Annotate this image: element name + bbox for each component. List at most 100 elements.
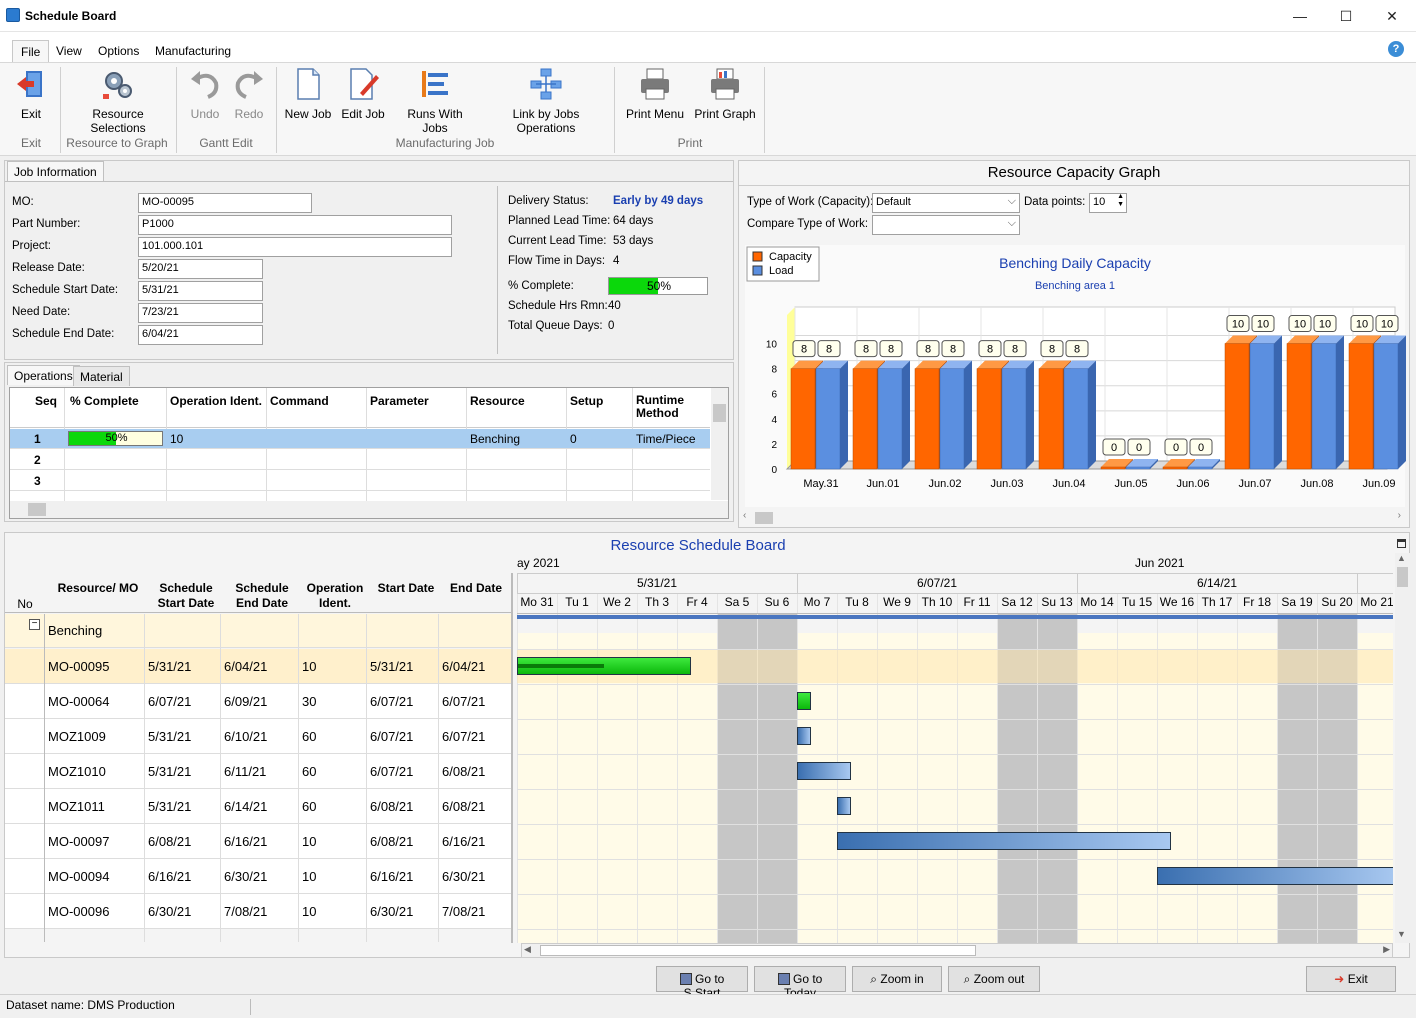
undo-icon — [191, 71, 219, 99]
col-parameter[interactable]: Parameter — [370, 394, 429, 408]
chevron-left-icon[interactable]: ‹ — [743, 510, 746, 521]
gantt-vertical-scrollbar[interactable]: ▲ ▼ — [1395, 553, 1410, 943]
col-schedule-end[interactable]: Schedule End Date — [225, 581, 299, 611]
data-label: 10 — [1294, 319, 1306, 331]
col-resource-mo[interactable]: Resource/ MO — [49, 581, 147, 596]
chevron-right-icon[interactable]: › — [1398, 510, 1401, 521]
table-row[interactable]: MO-00064 6/07/21 6/09/21 30 6/07/21 6/07/21 — [5, 684, 511, 719]
col-command[interactable]: Command — [270, 394, 329, 408]
group-row[interactable]: − Benching — [5, 614, 511, 648]
tab-operations[interactable]: Operations — [7, 365, 80, 385]
resource-selections-button[interactable]: Resource Selections — [66, 67, 170, 135]
table-row[interactable]: MOZ1010 5/31/21 6/11/21 60 6/07/21 6/08/21 — [5, 754, 511, 789]
exit-door-icon — [17, 71, 42, 97]
chart-subtitle: Benching area 1 — [1035, 280, 1115, 292]
col-seq[interactable]: Seq — [35, 394, 57, 408]
tab-job-information[interactable]: Job Information — [7, 161, 104, 181]
zoom-out-button[interactable]: ⌕ Zoom out — [948, 966, 1040, 992]
data-label: 0 — [1111, 442, 1117, 454]
go-to-today-button[interactable]: Go to Today — [754, 966, 846, 1000]
undo-button[interactable]: Undo — [186, 67, 224, 121]
need-date-field[interactable]: 7/23/21 — [138, 303, 263, 323]
table-row[interactable]: 2 — [10, 450, 710, 470]
minimize-button[interactable]: — — [1277, 0, 1323, 32]
gantt-chart[interactable]: ay 2021 Jun 2021 5/31/21 6/07/21 6/14/21 6/21… — [517, 553, 1393, 943]
col-start-date[interactable]: Start Date — [371, 581, 441, 596]
project-field[interactable]: 101.000.101 — [138, 237, 452, 257]
col-no[interactable]: No — [7, 597, 43, 612]
table-row[interactable]: 3 — [10, 471, 710, 491]
table-row[interactable]: MO-00097 6/08/21 6/16/21 10 6/08/21 6/16/21 — [5, 824, 511, 859]
table-row[interactable]: MOZ1009 5/31/21 6/10/21 60 6/07/21 6/07/21 — [5, 719, 511, 754]
chart-scrollbar[interactable]: ‹ › — [741, 510, 1407, 526]
col-runtime-method[interactable]: Runtime Method — [636, 394, 696, 420]
part-number-field[interactable]: P1000 — [138, 215, 452, 235]
gantt-bar[interactable] — [797, 727, 811, 745]
exit-label: Exit — [1347, 972, 1368, 986]
redo-button[interactable]: Redo — [230, 67, 268, 121]
chevron-right-icon[interactable]: ▶ — [1383, 944, 1390, 955]
cell-op: 60 — [302, 729, 317, 744]
table-row[interactable]: MO-00096 6/30/21 7/08/21 10 6/30/21 7/08/21 — [5, 894, 511, 929]
link-by-jobs-operations-button[interactable]: Link by Jobs Operations — [484, 67, 608, 135]
col-end-date[interactable]: End Date — [443, 581, 509, 596]
mo-field[interactable]: MO-00095 — [138, 193, 312, 213]
table-row[interactable]: MO-00094 6/16/21 6/30/21 10 6/16/21 6/30/21 — [5, 859, 511, 894]
print-graph-button[interactable]: Print Graph — [692, 67, 758, 121]
maximize-icon[interactable] — [1397, 539, 1406, 548]
menu-manufacturing[interactable]: Manufacturing — [147, 40, 239, 62]
resource-capacity-panel: Resource Capacity Graph Type of Work (Ca… — [738, 160, 1410, 528]
divider — [797, 573, 798, 593]
table-row[interactable]: MO-00095 5/31/21 6/04/21 10 5/31/21 6/04/21 — [5, 649, 511, 684]
menu-options[interactable]: Options — [90, 40, 147, 62]
close-button[interactable]: ✕ — [1369, 0, 1415, 32]
runs-with-jobs-button[interactable]: Runs With Jobs — [394, 67, 476, 135]
print-menu-button[interactable]: Print Menu — [624, 67, 686, 121]
col-schedule-start[interactable]: Schedule Start Date — [149, 581, 223, 611]
chevron-left-icon[interactable]: ◀ — [524, 944, 531, 955]
menu-view[interactable]: View — [48, 40, 90, 62]
go-to-start-button[interactable]: Go to S.Start — [656, 966, 748, 1000]
gantt-bar[interactable] — [837, 797, 851, 815]
schedule-end-date-field[interactable]: 6/04/21 — [138, 325, 263, 345]
gantt-bar[interactable] — [1157, 867, 1393, 885]
window-title: Schedule Board — [25, 9, 117, 23]
maximize-button[interactable]: ☐ — [1323, 0, 1369, 32]
type-of-work-select[interactable]: Default ⌵ — [872, 193, 1020, 213]
compare-type-select[interactable]: ⌵ — [872, 215, 1020, 235]
collapse-icon[interactable]: − — [29, 619, 40, 630]
exit-button[interactable]: ➜ Exit — [1306, 966, 1396, 992]
gantt-bar[interactable] — [517, 657, 691, 675]
col-resource[interactable]: Resource — [470, 394, 525, 408]
x-tick-label: Jun.09 — [1362, 478, 1395, 490]
release-date-field[interactable]: 5/20/21 — [138, 259, 263, 279]
exit-ribbon-button[interactable]: Exit — [10, 67, 52, 121]
gantt-horizontal-scrollbar[interactable]: ◀ ▶ — [521, 943, 1393, 958]
data-label: 8 — [1074, 344, 1080, 356]
data-label: 0 — [1173, 442, 1179, 454]
chevron-down-icon[interactable]: ▼ — [1397, 929, 1406, 939]
data-points-stepper[interactable]: 10 ▲ ▼ — [1089, 193, 1127, 213]
vertical-scrollbar[interactable] — [711, 388, 728, 500]
gantt-bar[interactable] — [797, 762, 851, 780]
table-row[interactable]: MOZ1011 5/31/21 6/14/21 60 6/08/21 6/08/21 — [5, 789, 511, 824]
month-label: ay 2021 — [517, 556, 560, 570]
col-pct-complete[interactable]: % Complete — [70, 394, 139, 408]
group-summary-bar[interactable] — [517, 615, 1393, 619]
gantt-bar[interactable] — [837, 832, 1171, 850]
new-job-button[interactable]: New Job — [284, 67, 332, 121]
chevron-up-icon[interactable]: ▲ — [1397, 553, 1406, 563]
col-operation-ident[interactable]: Operation Ident. — [301, 581, 369, 611]
zoom-in-button[interactable]: ⌕ Zoom in — [852, 966, 942, 992]
horizontal-scrollbar[interactable] — [10, 501, 728, 518]
cell-op: 30 — [302, 694, 317, 709]
col-setup[interactable]: Setup — [570, 394, 603, 408]
menu-file[interactable]: File — [12, 40, 50, 62]
edit-job-button[interactable]: Edit Job — [340, 67, 386, 121]
tab-material[interactable]: Material — [73, 366, 130, 386]
table-row[interactable]: 1 50% 10 Benching 0 Time/Piece — [10, 429, 710, 449]
schedule-start-date-field[interactable]: 5/31/21 — [138, 281, 263, 301]
gantt-bar[interactable] — [797, 692, 811, 710]
col-operation-ident[interactable]: Operation Ident. — [170, 394, 262, 408]
help-icon[interactable]: ? — [1388, 41, 1404, 57]
